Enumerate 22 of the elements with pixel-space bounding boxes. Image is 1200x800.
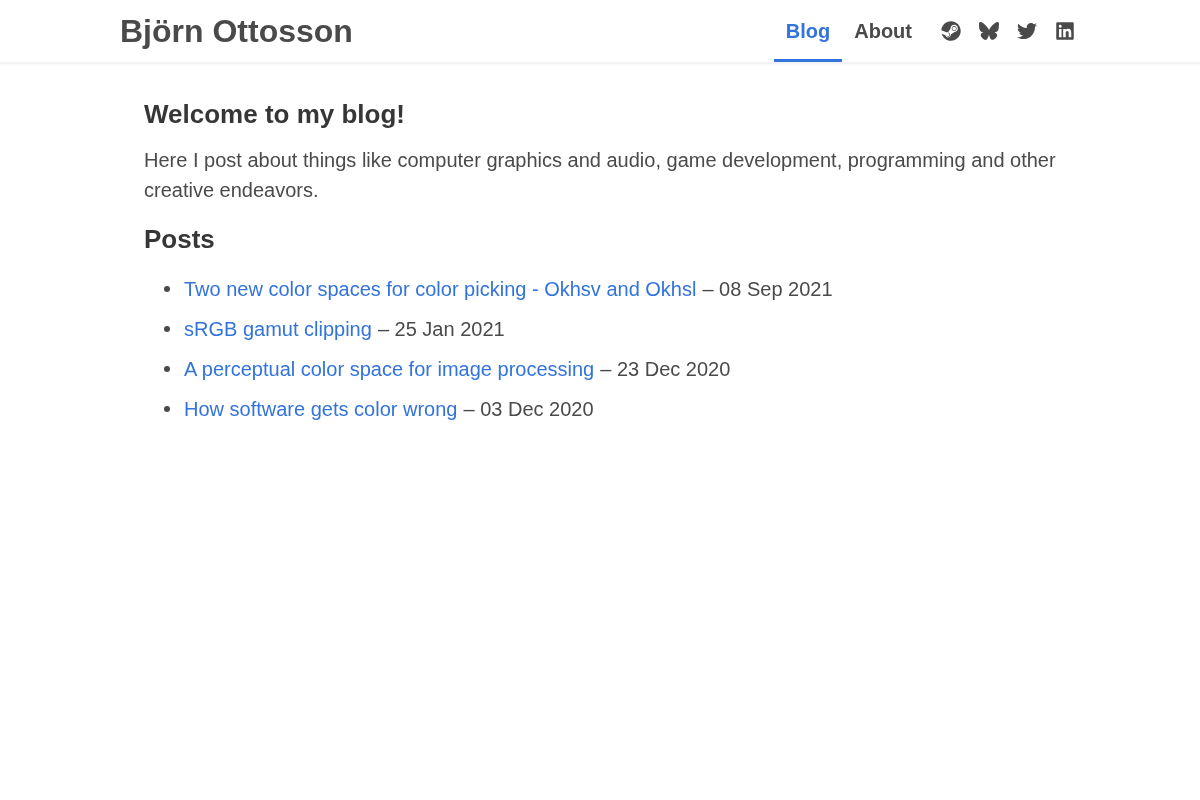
nav-tab[interactable]: Blog xyxy=(773,0,843,62)
post-link[interactable]: Two new color spaces for color picking - Okhsv and Okhsl xyxy=(184,274,697,304)
post-link[interactable]: How software gets color wrong xyxy=(184,394,458,424)
bullet-icon xyxy=(164,286,170,292)
butterfly-icon xyxy=(979,21,999,41)
bullet-icon xyxy=(164,406,170,412)
bullet-icon xyxy=(164,366,170,372)
posts-heading: Posts xyxy=(144,223,216,255)
linkedin-icon xyxy=(1055,21,1075,41)
post-date: – 25 Jan 2021 xyxy=(377,317,505,342)
bird-icon xyxy=(1017,21,1037,41)
steam-icon xyxy=(941,21,961,41)
post-date: – 23 Dec 2020 xyxy=(600,357,731,382)
intro-paragraph: Here I post about things like computer graphics and audio, game development, programming and other creative endeavors. xyxy=(144,148,1056,203)
welcome-heading: Welcome to my blog! xyxy=(144,98,406,130)
post-date: – 03 Dec 2020 xyxy=(463,397,594,422)
post-link[interactable]: sRGB gamut clipping xyxy=(184,314,372,344)
post-link[interactable]: A perceptual color space for image processing xyxy=(184,354,595,384)
site-title-link[interactable]: Björn Ottosson xyxy=(120,15,353,47)
bullet-icon xyxy=(164,326,170,332)
post-date: – 08 Sep 2021 xyxy=(702,277,833,302)
nav-tab[interactable]: About xyxy=(842,0,924,62)
